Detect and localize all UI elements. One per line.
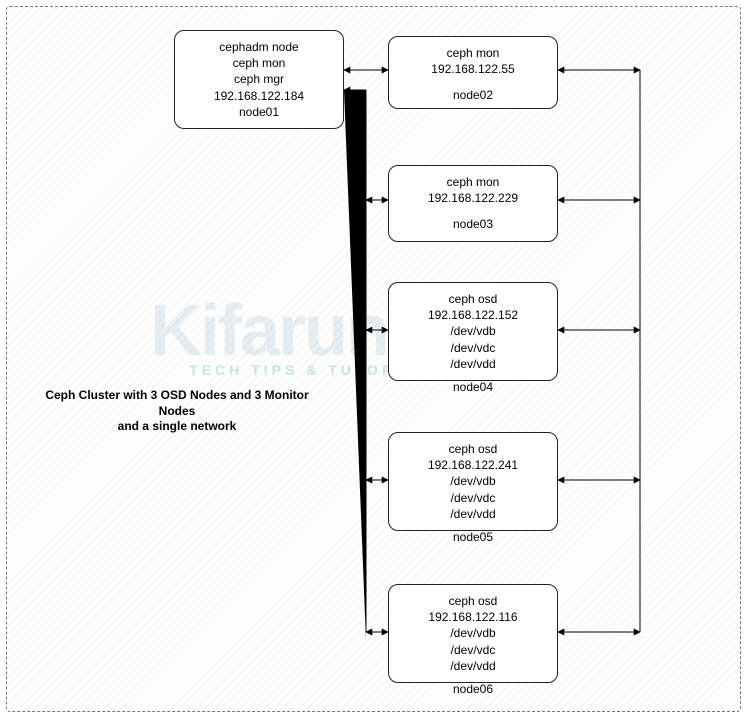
- node01-line1: cephadm node: [185, 39, 333, 55]
- node06-line5: /dev/vdd: [399, 658, 547, 674]
- node03-line1: ceph mon: [399, 174, 547, 190]
- node05-line2: 192.168.122.241: [399, 457, 547, 473]
- background-hatch: [6, 6, 741, 712]
- node02-tag: node02: [399, 87, 547, 103]
- node03-line2: 192.168.122.229: [399, 190, 547, 206]
- spacer: [399, 77, 547, 87]
- diagram-canvas: Kifarunix TECH TIPS & TUTORIALS: [0, 0, 747, 718]
- caption-line2: and a single network: [118, 419, 237, 433]
- node04-line2: 192.168.122.152: [399, 307, 547, 323]
- node05-line3: /dev/vdb: [399, 473, 547, 489]
- node01-tag: node01: [185, 104, 333, 120]
- caption-line1: Ceph Cluster with 3 OSD Nodes and 3 Moni…: [45, 388, 308, 418]
- node01-line3: ceph mgr: [185, 71, 333, 87]
- node04-line1: ceph osd: [399, 291, 547, 307]
- node04-line3: /dev/vdb: [399, 323, 547, 339]
- node06-tag: node06: [388, 682, 558, 696]
- node05-line1: ceph osd: [399, 441, 547, 457]
- node06-line4: /dev/vdc: [399, 642, 547, 658]
- node-box-node06: ceph osd 192.168.122.116 /dev/vdb /dev/v…: [388, 584, 558, 683]
- node04-line5: /dev/vdd: [399, 356, 547, 372]
- node06-line1: ceph osd: [399, 593, 547, 609]
- node05-line4: /dev/vdc: [399, 490, 547, 506]
- node06-line2: 192.168.122.116: [399, 609, 547, 625]
- node04-line4: /dev/vdc: [399, 340, 547, 356]
- node01-line2: ceph mon: [185, 55, 333, 71]
- node03-tag: node03: [399, 216, 547, 232]
- node-box-node04: ceph osd 192.168.122.152 /dev/vdb /dev/v…: [388, 282, 558, 381]
- spacer: [399, 206, 547, 216]
- node05-line5: /dev/vdd: [399, 506, 547, 522]
- node01-line4: 192.168.122.184: [185, 88, 333, 104]
- node-box-node01: cephadm node ceph mon ceph mgr 192.168.1…: [174, 30, 344, 129]
- node-box-node05: ceph osd 192.168.122.241 /dev/vdb /dev/v…: [388, 432, 558, 531]
- node02-line2: 192.168.122.55: [399, 61, 547, 77]
- diagram-caption: Ceph Cluster with 3 OSD Nodes and 3 Moni…: [32, 388, 322, 435]
- node02-line1: ceph mon: [399, 45, 547, 61]
- node04-tag: node04: [388, 380, 558, 394]
- node-box-node02: ceph mon 192.168.122.55 node02: [388, 36, 558, 109]
- node05-tag: node05: [388, 530, 558, 544]
- node-box-node03: ceph mon 192.168.122.229 node03: [388, 165, 558, 242]
- node06-line3: /dev/vdb: [399, 625, 547, 641]
